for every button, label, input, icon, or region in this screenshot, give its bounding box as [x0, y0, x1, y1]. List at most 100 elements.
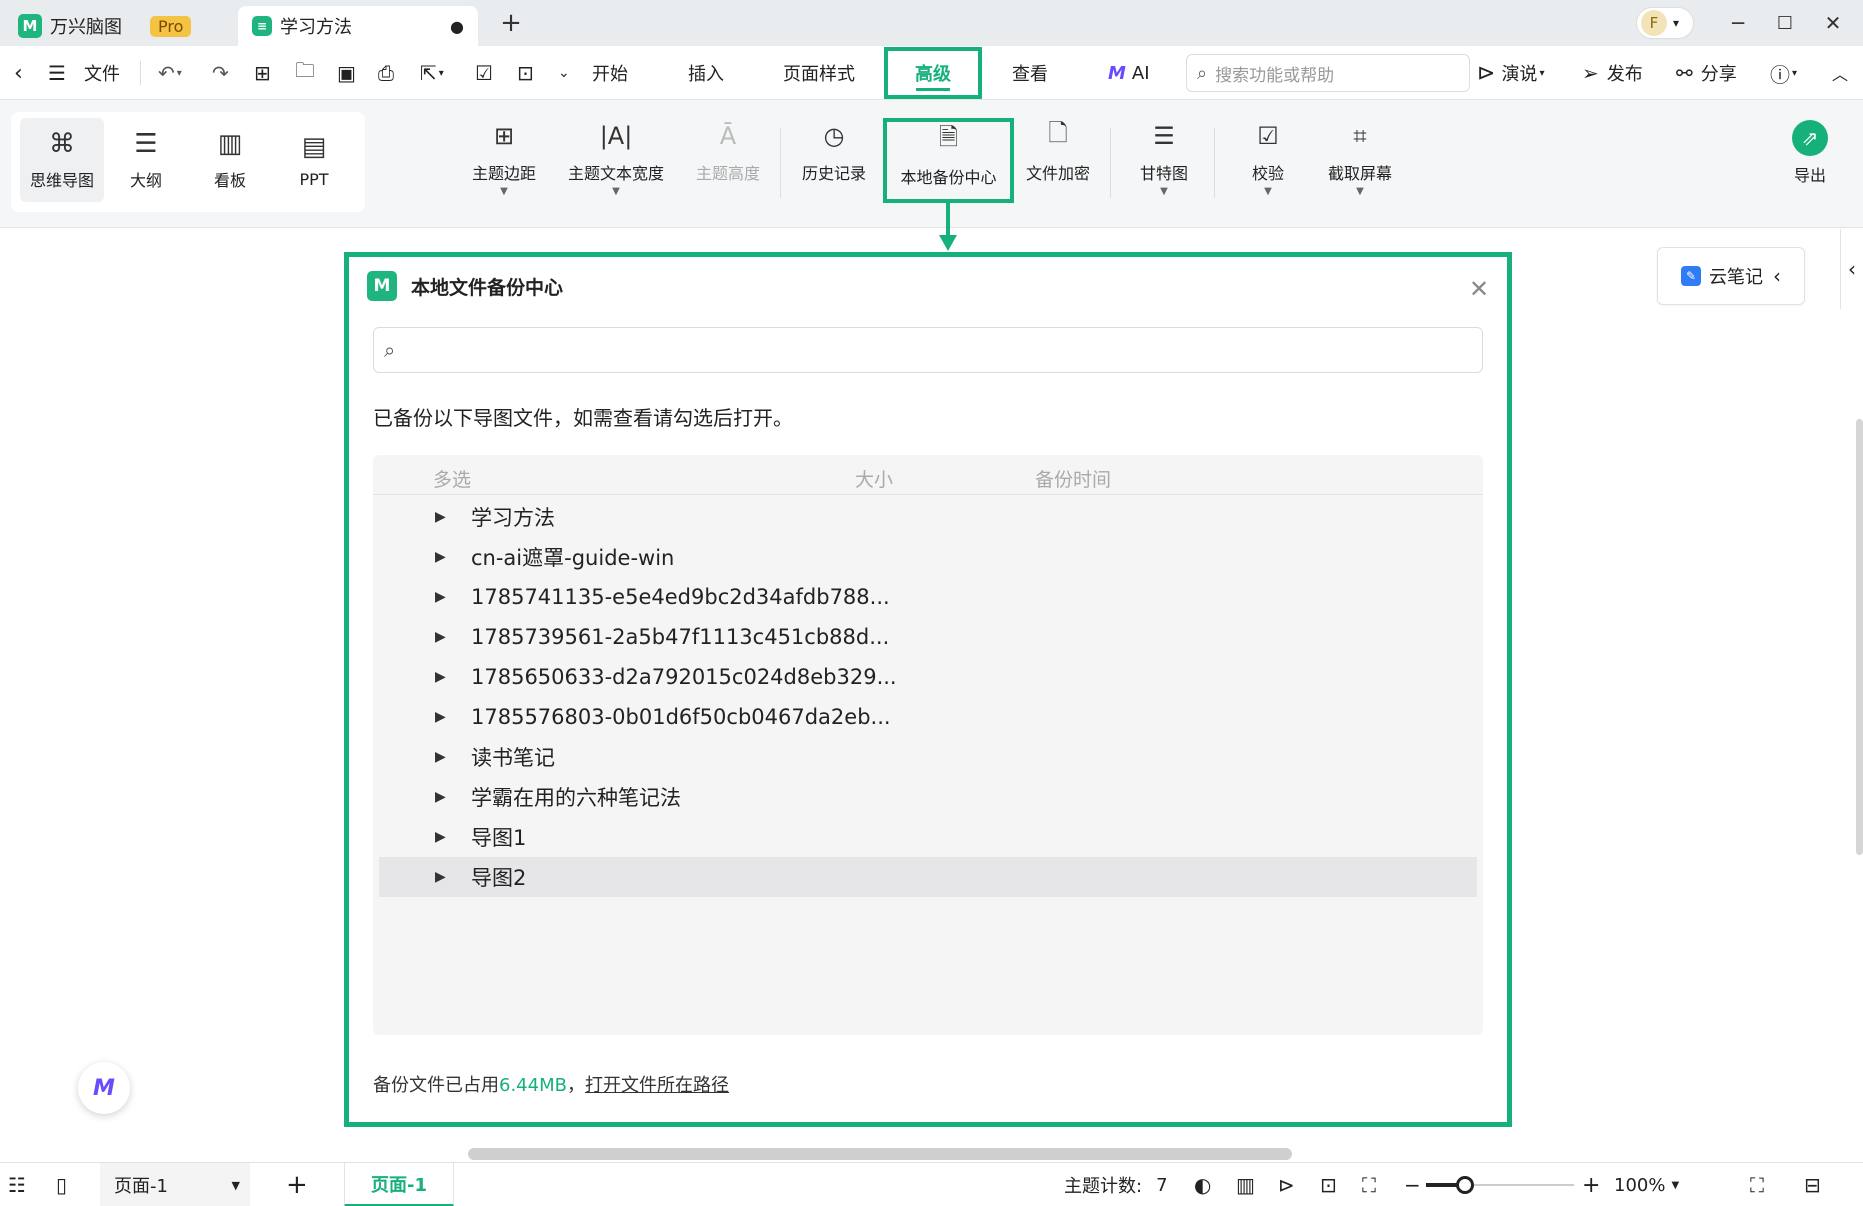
view-ppt[interactable]: ▤ PPT — [272, 118, 356, 202]
list-item[interactable]: ▶ 1785576803-0b01d6f50cb0467da2eb... — [379, 697, 1477, 737]
local-backup-center-button[interactable]: 🗎 本地备份中心 — [883, 118, 1014, 203]
topic-margin-button[interactable]: ⊞ 主题边距 ▼ — [466, 120, 542, 197]
expand-triangle-icon[interactable]: ▶ — [435, 549, 449, 565]
file-encrypt-button[interactable]: 🗋 文件加密 — [1020, 119, 1096, 184]
expand-triangle-icon[interactable]: ▶ — [435, 669, 449, 685]
tab-insert[interactable]: 插入 — [688, 46, 724, 100]
expand-triangle-icon[interactable]: ▶ — [435, 629, 449, 645]
list-item[interactable]: ▶ 1785650633-d2a792015c024d8eb329... — [379, 657, 1477, 697]
share-button[interactable]: ⚯ 分享 — [1676, 46, 1737, 100]
play-icon[interactable]: ⊳ — [1278, 1163, 1295, 1206]
chevron-down-icon: ▾ — [1673, 16, 1680, 30]
list-item[interactable]: ▶ 1785739561-2a5b47f1113c451cb88d... — [379, 617, 1477, 657]
fullscreen-icon[interactable]: ⛶ — [1750, 1163, 1764, 1206]
back-icon[interactable]: ‹ — [14, 46, 23, 100]
search-input[interactable]: ⌕ 搜索功能或帮助 — [1186, 54, 1470, 92]
new-file-icon[interactable]: ⊞ — [254, 46, 271, 100]
page-select[interactable]: 页面-1 ▼ — [100, 1163, 250, 1206]
open-folder-icon[interactable]: 🗀 — [295, 46, 315, 100]
zoom-out-icon[interactable]: − — [1404, 1163, 1421, 1206]
collapse-panel-icon[interactable]: ⊟ — [1804, 1163, 1821, 1206]
col-size[interactable]: 大小 — [855, 465, 893, 492]
expand-triangle-icon[interactable]: ▶ — [435, 749, 449, 765]
list-item[interactable]: ▶ cn-ai遮罩-guide-win — [379, 537, 1477, 577]
topic-text-width-button[interactable]: |A| 主题文本宽度 ▼ — [562, 120, 670, 197]
view-outline[interactable]: ☰ 大纲 — [104, 118, 188, 202]
col-backup-time[interactable]: 备份时间 — [1035, 465, 1111, 492]
save-icon[interactable]: ▣ — [337, 46, 356, 100]
slide-panel-icon[interactable]: ▯ — [56, 1163, 67, 1206]
expand-triangle-icon[interactable]: ▶ — [435, 589, 449, 605]
tab-advanced[interactable]: 高级 — [884, 47, 982, 99]
page-select-label: 页面-1 — [114, 1176, 168, 1197]
backup-search-input[interactable]: ⌕ — [373, 327, 1483, 373]
user-menu[interactable]: F ▾ — [1636, 7, 1694, 39]
export-button[interactable]: ⇗ 导出 — [1778, 120, 1842, 186]
verify-button[interactable]: ☑ 校验 ▼ — [1230, 120, 1306, 197]
list-view-icon[interactable]: ☷ — [8, 1163, 26, 1206]
list-item[interactable]: ▶ 读书笔记 — [379, 737, 1477, 777]
list-item[interactable]: ▶ 学霸在用的六种笔记法 — [379, 777, 1477, 817]
zoom-slider[interactable] — [1426, 1176, 1574, 1194]
page-tab[interactable]: 页面-1 — [344, 1163, 454, 1206]
collapse-ribbon-icon[interactable]: ︿ — [1832, 46, 1848, 100]
redo-icon[interactable]: ↷ — [212, 46, 229, 100]
expand-triangle-icon[interactable]: ▶ — [435, 829, 449, 845]
maximize-icon[interactable]: ☐ — [1772, 10, 1798, 36]
horizontal-scrollbar[interactable] — [468, 1148, 1292, 1160]
cloud-note-button[interactable]: ✎ 云笔记 ‹ — [1657, 247, 1805, 305]
new-tab-button[interactable]: + — [498, 8, 524, 38]
print-icon[interactable]: ⎙ — [378, 46, 394, 100]
tab-page-style[interactable]: 页面样式 — [783, 46, 855, 100]
view-kanban[interactable]: ▥ 看板 — [188, 118, 272, 202]
list-item-hovered[interactable]: ▶ 导图2 — [379, 857, 1477, 897]
close-window-icon[interactable]: ✕ — [1820, 10, 1846, 36]
publish-button[interactable]: ➢ 发布 — [1582, 46, 1643, 100]
more-chevron-icon[interactable]: ⌄ — [558, 46, 570, 100]
history-button[interactable]: ◷ 历史记录 — [796, 120, 872, 184]
fit-page-icon[interactable]: ⊡ — [1320, 1163, 1337, 1206]
divider — [140, 61, 141, 85]
ai-assistant-icon[interactable]: M — [78, 1062, 130, 1114]
fullscreen-fit-icon[interactable]: ⛶ — [1362, 1163, 1376, 1206]
hamburger-icon[interactable]: ☰ — [48, 46, 66, 100]
text-width-icon: |A| — [599, 122, 633, 150]
zoom-in-icon[interactable]: + — [1582, 1163, 1600, 1206]
screenshot-button[interactable]: ⌗ 截取屏幕 ▼ — [1322, 120, 1398, 197]
app-logo-icon: M — [18, 14, 42, 38]
expand-triangle-icon[interactable]: ▶ — [435, 709, 449, 725]
theme-icon[interactable]: ◐ — [1194, 1163, 1211, 1206]
present-button[interactable]: ⊳ 演说 ▾ — [1477, 46, 1544, 100]
view-mindmap[interactable]: ⌘ 思维导图 — [20, 118, 104, 202]
undo-icon[interactable]: ↶ ▾ — [158, 46, 182, 100]
tab-start[interactable]: 开始 — [592, 46, 628, 100]
app-tab[interactable]: M 万兴脑图 Pro — [4, 6, 234, 46]
cloud-note-label: 云笔记 — [1709, 267, 1763, 288]
ai-button[interactable]: M AI — [1108, 46, 1150, 100]
list-item[interactable]: ▶ 1785741135-e5e4ed9bc2d34afdb788... — [379, 577, 1477, 617]
list-item[interactable]: ▶ 学习方法 — [379, 497, 1477, 537]
expand-triangle-icon[interactable]: ▶ — [435, 509, 449, 525]
tab-view[interactable]: 查看 — [1012, 46, 1048, 100]
side-panel-toggle-icon[interactable]: ‹ — [1840, 229, 1863, 309]
close-icon[interactable]: ✕ — [1469, 275, 1489, 303]
vertical-scrollbar[interactable] — [1856, 419, 1863, 855]
col-multiselect[interactable]: 多选 — [433, 465, 471, 492]
pro-badge[interactable]: Pro — [150, 15, 192, 37]
gantt-button[interactable]: ☰ 甘特图 ▼ — [1126, 120, 1202, 197]
expand-triangle-icon[interactable]: ▶ — [435, 789, 449, 805]
zoom-slider-handle[interactable] — [1456, 1176, 1474, 1194]
export-quick-icon[interactable]: ⇱ ▾ — [420, 46, 444, 100]
doc-tab[interactable]: ≡ 学习方法 ● — [238, 6, 478, 46]
minimize-icon[interactable]: ─ — [1725, 10, 1751, 36]
expand-triangle-icon[interactable]: ▶ — [435, 869, 449, 885]
file-menu[interactable]: 文件 — [84, 46, 120, 100]
save-as-icon[interactable]: ⊡ — [517, 46, 534, 100]
checkbox-edit-icon[interactable]: ☑ — [475, 46, 493, 100]
zoom-level[interactable]: 100% ▼ — [1614, 1163, 1679, 1206]
add-page-icon[interactable]: + — [286, 1163, 308, 1206]
list-item[interactable]: ▶ 导图1 — [379, 817, 1477, 857]
open-path-link[interactable]: 打开文件所在路径 — [585, 1075, 729, 1096]
book-icon[interactable]: ▥ — [1236, 1163, 1255, 1206]
help-icon[interactable]: ⓘ ▾ — [1770, 46, 1797, 100]
